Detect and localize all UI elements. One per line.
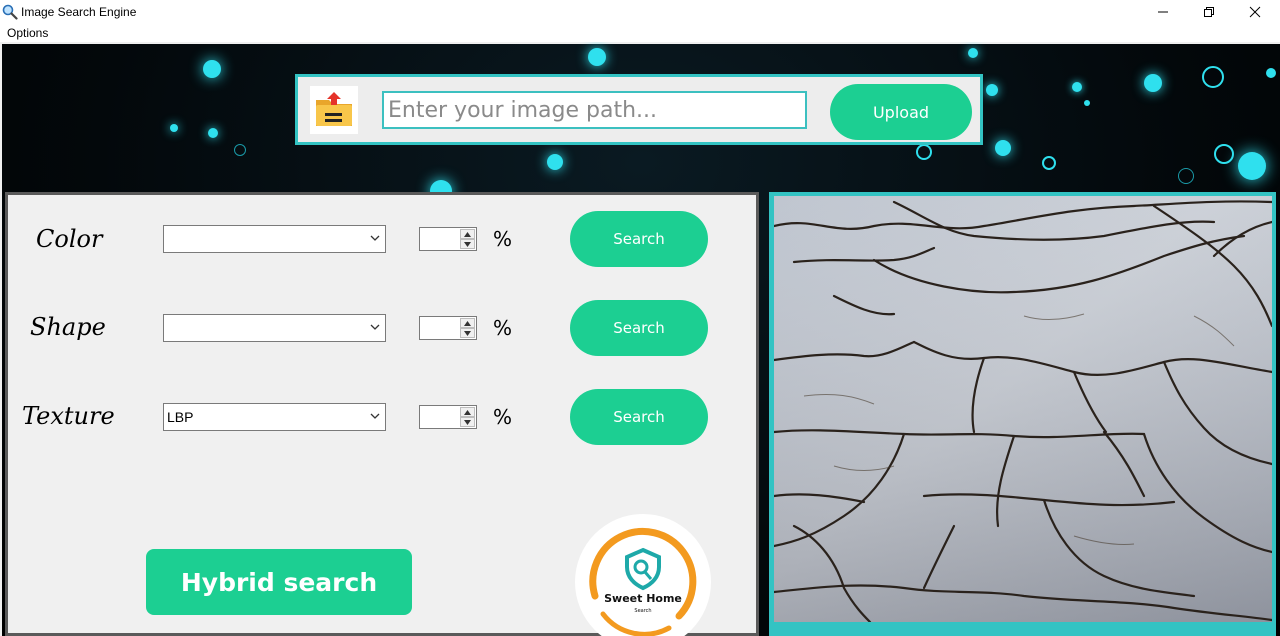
window-title: Image Search Engine bbox=[21, 5, 137, 19]
image-path-input[interactable] bbox=[382, 91, 807, 129]
color-weight-spinbox[interactable] bbox=[419, 227, 477, 251]
texture-method-select[interactable]: LBP bbox=[163, 403, 386, 431]
upload-folder-button[interactable] bbox=[310, 86, 358, 134]
logo-title: Sweet Home bbox=[604, 592, 682, 605]
color-method-select[interactable] bbox=[163, 225, 386, 253]
upload-folder-icon bbox=[316, 92, 352, 126]
upload-bar: Upload bbox=[295, 74, 983, 145]
minimize-icon bbox=[1158, 11, 1168, 13]
triangle-down-icon bbox=[464, 241, 471, 247]
close-icon bbox=[1249, 6, 1261, 18]
texture-method-value: LBP bbox=[167, 409, 194, 425]
restore-icon bbox=[1204, 7, 1214, 17]
triangle-up-icon bbox=[464, 409, 471, 415]
spin-up-button[interactable] bbox=[460, 407, 475, 417]
shape-label: Shape bbox=[30, 313, 106, 341]
minimize-button[interactable] bbox=[1140, 0, 1186, 24]
color-percent-unit: % bbox=[493, 227, 513, 251]
color-search-button[interactable]: Search bbox=[570, 211, 708, 267]
chevron-down-icon bbox=[370, 324, 380, 330]
texture-weight-spinbox[interactable] bbox=[419, 405, 477, 429]
upload-button[interactable]: Upload bbox=[830, 84, 972, 140]
app-body: Upload Color % Search Shape bbox=[0, 42, 1280, 636]
chevron-down-icon bbox=[370, 413, 380, 419]
close-button[interactable] bbox=[1232, 0, 1278, 24]
spin-down-button[interactable] bbox=[460, 417, 475, 427]
logo-subtitle: Search bbox=[634, 608, 651, 614]
spin-down-button[interactable] bbox=[460, 239, 475, 249]
texture-search-button[interactable]: Search bbox=[570, 389, 708, 445]
restore-button[interactable] bbox=[1186, 0, 1232, 24]
triangle-down-icon bbox=[464, 419, 471, 425]
triangle-down-icon bbox=[464, 330, 471, 336]
sweet-home-logo: Sweet Home Search bbox=[573, 512, 713, 636]
texture-percent-unit: % bbox=[493, 405, 513, 429]
title-bar: Image Search Engine bbox=[0, 0, 1280, 24]
triangle-up-icon bbox=[464, 231, 471, 237]
texture-label: Texture bbox=[22, 402, 115, 430]
shape-weight-spinbox[interactable] bbox=[419, 316, 477, 340]
shape-percent-unit: % bbox=[493, 316, 513, 340]
spin-up-button[interactable] bbox=[460, 318, 475, 328]
hybrid-search-button[interactable]: Hybrid search bbox=[146, 549, 412, 615]
color-label: Color bbox=[36, 225, 103, 253]
spin-up-button[interactable] bbox=[460, 229, 475, 239]
cracked-paint-texture-image bbox=[774, 196, 1272, 622]
chevron-down-icon bbox=[370, 235, 380, 241]
menu-options[interactable]: Options bbox=[7, 26, 48, 40]
image-preview-panel bbox=[769, 192, 1276, 636]
magnifier-app-icon bbox=[2, 4, 18, 20]
spin-down-button[interactable] bbox=[460, 328, 475, 338]
shape-method-select[interactable] bbox=[163, 314, 386, 342]
shape-search-button[interactable]: Search bbox=[570, 300, 708, 356]
triangle-up-icon bbox=[464, 320, 471, 326]
preview-image bbox=[774, 196, 1272, 622]
feature-panel: Color % Search Shape % Search Texture LB… bbox=[5, 192, 759, 636]
menu-bar: Options bbox=[0, 24, 1280, 42]
